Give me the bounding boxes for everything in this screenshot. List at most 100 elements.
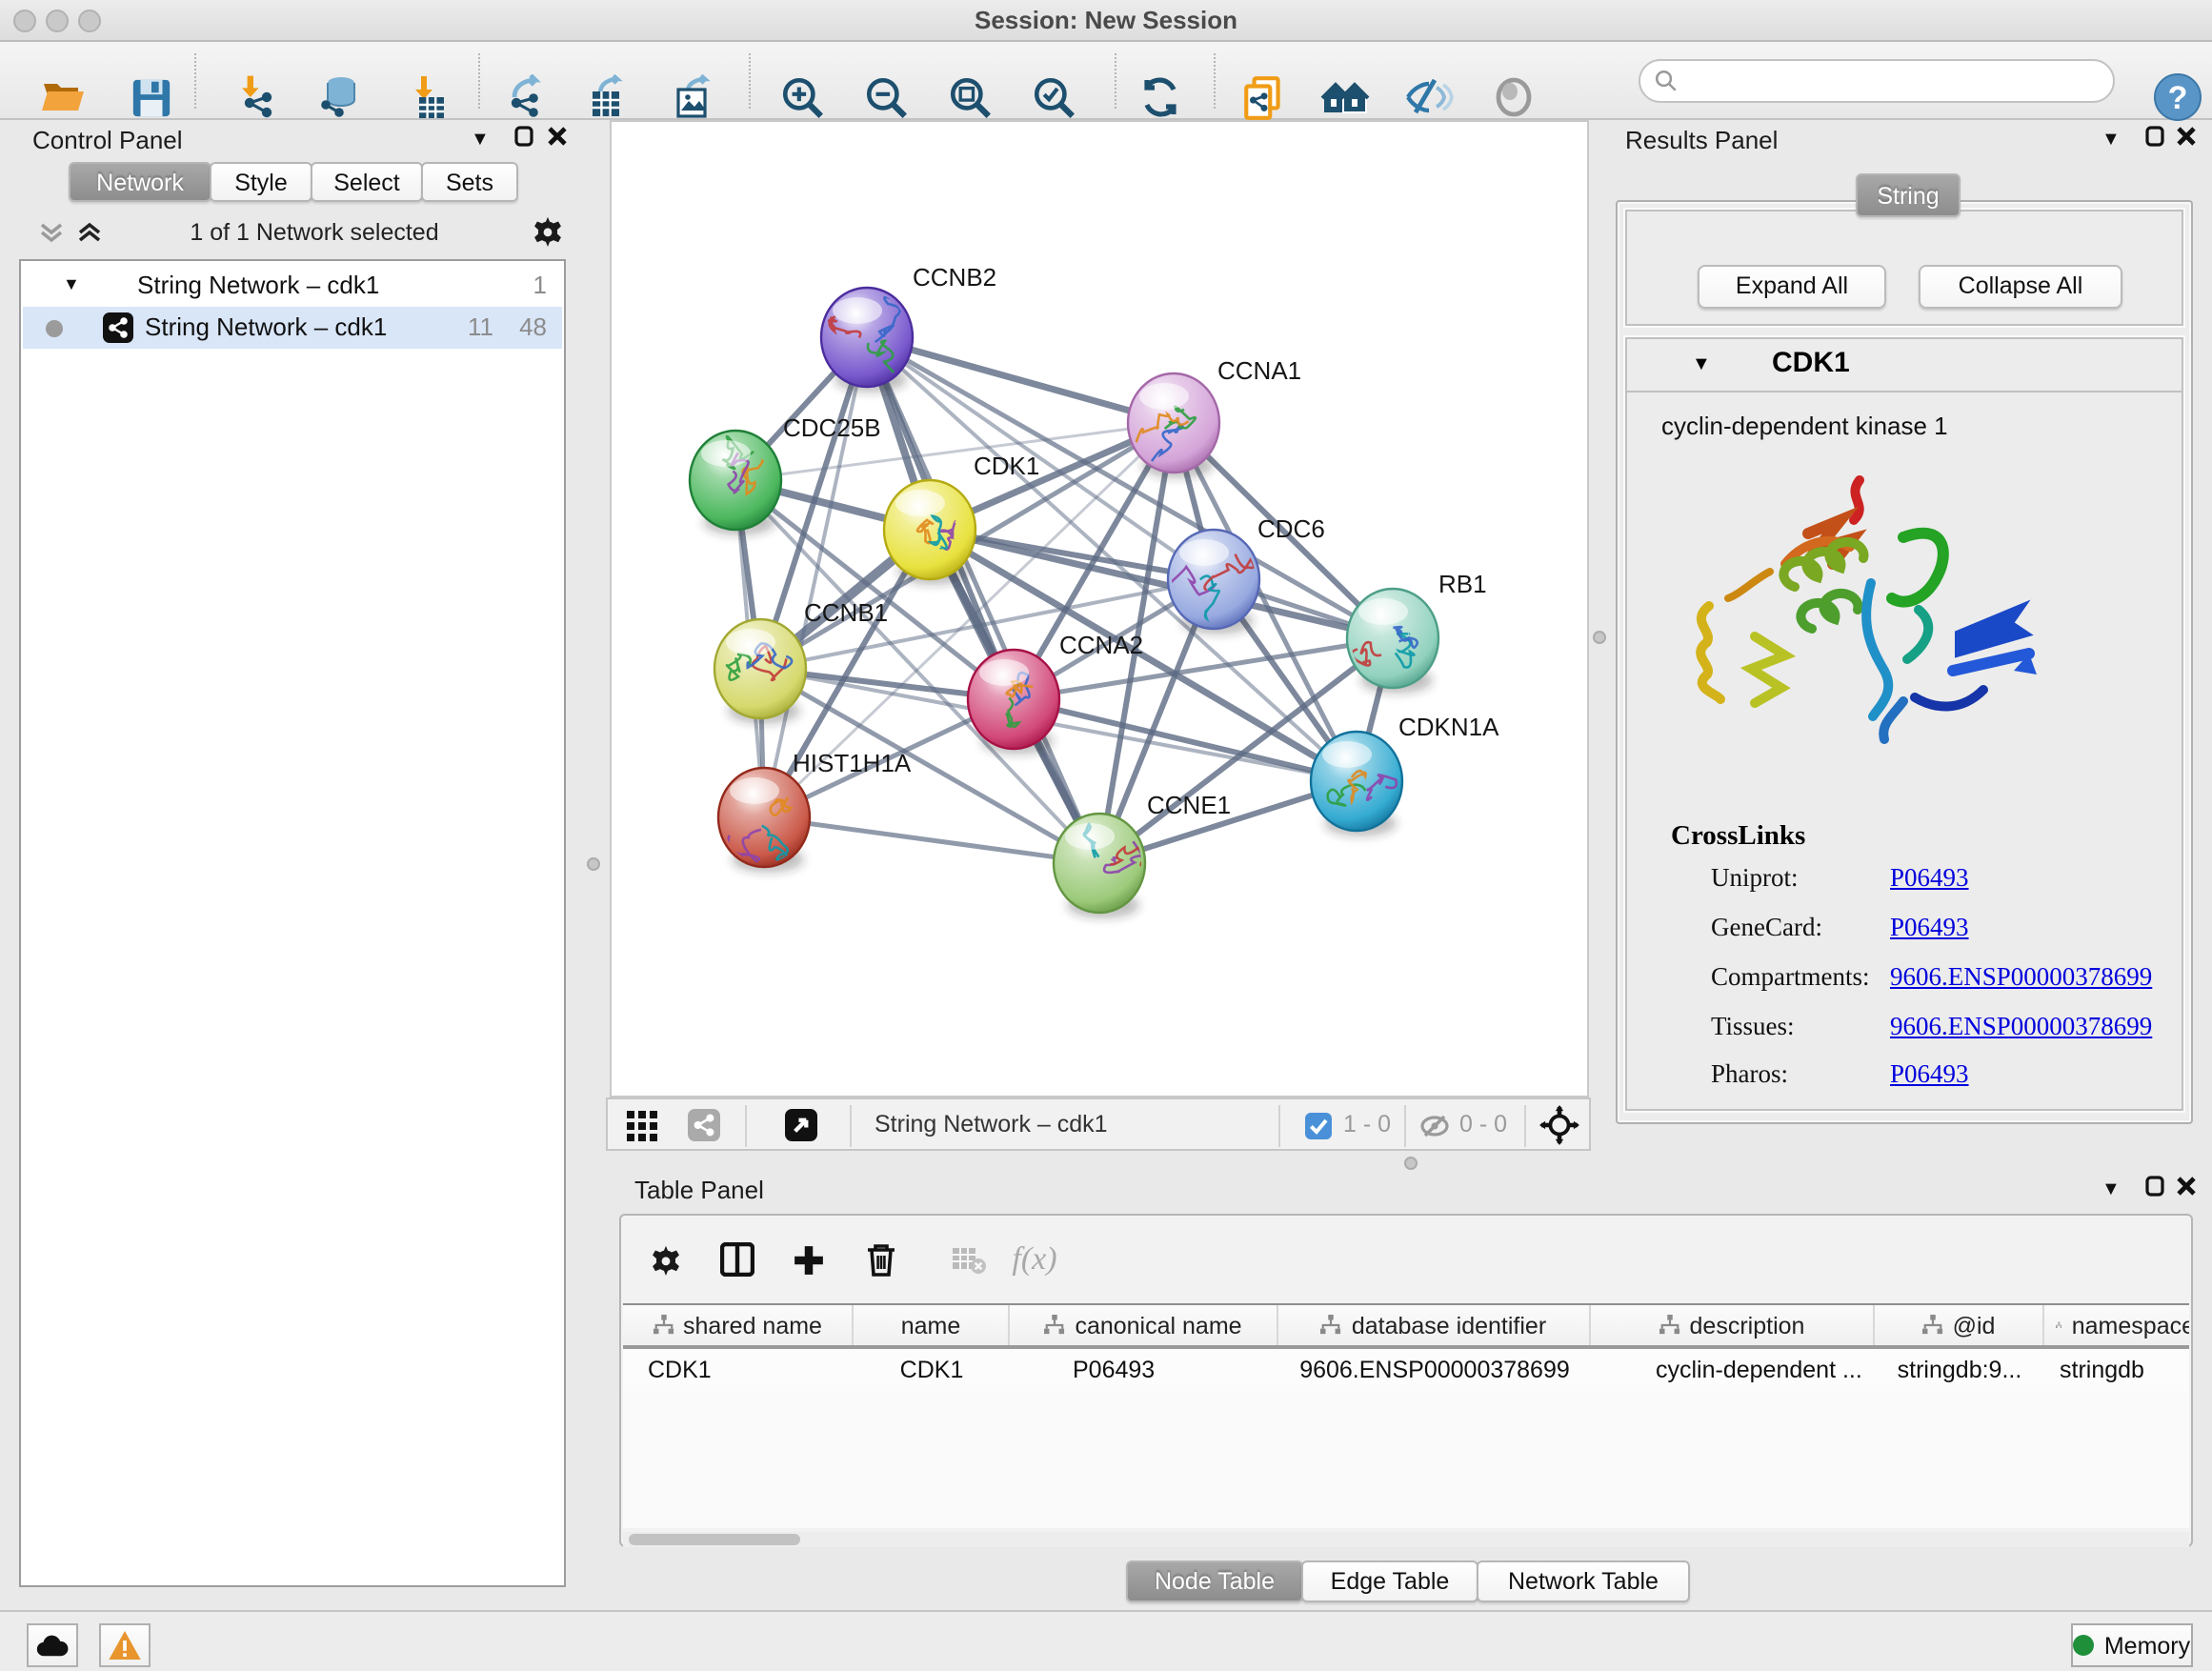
- column-header-id[interactable]: @id: [1875, 1305, 2044, 1345]
- show-columns-icon[interactable]: [713, 1235, 762, 1284]
- table-panel-menu-icon[interactable]: ▼: [2101, 1179, 2121, 1200]
- control-panel-close-icon[interactable]: [547, 126, 568, 147]
- right-splitter-handle[interactable]: [1593, 631, 1606, 644]
- results-panel-close-icon[interactable]: [2176, 126, 2197, 147]
- column-header-canonical-name[interactable]: canonical name: [1010, 1305, 1278, 1345]
- open-session-button[interactable]: [38, 72, 88, 122]
- network-view-icon[interactable]: [688, 1109, 720, 1141]
- column-header-name[interactable]: name: [854, 1305, 1010, 1345]
- zoom-selected-button[interactable]: [1029, 72, 1078, 122]
- results-panel-float-icon[interactable]: [2145, 126, 2164, 147]
- zoom-in-button[interactable]: [777, 72, 827, 122]
- table-row[interactable]: CDK1 CDK1 P06493 9606.ENSP00000378699 cy…: [623, 1349, 2189, 1391]
- memory-label: Memory: [2104, 1632, 2190, 1659]
- warning-button[interactable]: [99, 1623, 151, 1667]
- table-panel-float-icon[interactable]: [2145, 1176, 2164, 1197]
- tab-style[interactable]: Style: [210, 162, 312, 202]
- toolbar-separator: [478, 53, 480, 109]
- crosslink-pharos-link[interactable]: P06493: [1890, 1059, 1969, 1090]
- collection-label: String Network – cdk1: [137, 271, 379, 299]
- export-image-icon: [671, 74, 716, 120]
- results-panel-menu-icon[interactable]: ▼: [2101, 130, 2121, 151]
- scrollbar-thumb[interactable]: [629, 1534, 800, 1545]
- network-view-canvas[interactable]: CCNB2CCNA1CDC25BCDK1CDC6RB1CCNB1CCNA2CDK…: [610, 120, 1589, 1097]
- import-table-button[interactable]: [402, 72, 452, 122]
- apply-layout-button[interactable]: [1136, 72, 1185, 122]
- crosslink-compartments-link[interactable]: 9606.ENSP00000378699: [1890, 962, 2152, 993]
- network-options-gear-icon[interactable]: [532, 215, 564, 248]
- create-column-icon[interactable]: [783, 1235, 833, 1284]
- delete-table-icon[interactable]: [945, 1235, 995, 1284]
- export-image-button[interactable]: [669, 72, 718, 122]
- table-panel-close-icon[interactable]: [2176, 1176, 2197, 1197]
- fit-selected-crosshair-icon[interactable]: [1539, 1105, 1579, 1145]
- zoom-fit-button[interactable]: [945, 72, 995, 122]
- import-network-button[interactable]: [232, 72, 282, 122]
- node-count: 11: [468, 312, 493, 341]
- hidden-eye-icon[interactable]: [1419, 1113, 1450, 1139]
- crosslink-tissues-link[interactable]: 9606.ENSP00000378699: [1890, 1012, 2152, 1042]
- expand-all-button[interactable]: Expand All: [1698, 265, 1886, 309]
- crosslink-genecard-link[interactable]: P06493: [1890, 913, 1969, 943]
- tab-string-results[interactable]: String: [1856, 173, 1961, 217]
- grid-mode-icon[interactable]: [627, 1111, 657, 1141]
- crosslinks-heading: CrossLinks: [1671, 821, 1805, 854]
- tab-network-table[interactable]: Network Table: [1477, 1560, 1690, 1602]
- column-header-database-identifier[interactable]: database identifier: [1278, 1305, 1591, 1345]
- birdseye-view-icon[interactable]: [785, 1109, 817, 1141]
- column-header-description[interactable]: description: [1591, 1305, 1875, 1345]
- cloud-button[interactable]: [27, 1623, 78, 1667]
- collapse-all-button[interactable]: Collapse All: [1919, 265, 2122, 309]
- string-network-graph[interactable]: CCNB2CCNA1CDC25BCDK1CDC6RB1CCNB1CCNA2CDK…: [612, 122, 1587, 1096]
- export-table-button[interactable]: [583, 72, 633, 122]
- tab-edge-table[interactable]: Edge Table: [1301, 1560, 1478, 1602]
- help-button[interactable]: ?: [2153, 72, 2202, 122]
- tab-select[interactable]: Select: [311, 162, 423, 202]
- selected-checkbox-icon[interactable]: [1305, 1113, 1332, 1139]
- column-type-icon: [653, 1315, 674, 1336]
- current-network-title: String Network – cdk1: [875, 1111, 1108, 1137]
- zoom-out-button[interactable]: [861, 72, 911, 122]
- string-home-button[interactable]: [1320, 72, 1370, 122]
- clone-network-button[interactable]: [1238, 72, 1288, 122]
- delete-column-trash-icon[interactable]: [855, 1235, 905, 1284]
- gene-collapse-icon[interactable]: ▼: [1692, 354, 1711, 375]
- window-zoom-button[interactable]: [78, 10, 101, 32]
- save-icon: [129, 75, 172, 119]
- table-options-gear-icon[interactable]: [640, 1235, 690, 1284]
- column-header-shared-name[interactable]: shared name: [623, 1305, 854, 1345]
- zoom-fit-icon: [946, 73, 994, 121]
- window-minimize-button[interactable]: [46, 10, 69, 32]
- node-table[interactable]: shared name name canonical name database…: [623, 1303, 2189, 1528]
- search-input[interactable]: [1639, 59, 2115, 103]
- import-database-button[interactable]: [314, 72, 364, 122]
- memory-button[interactable]: Memory: [2071, 1623, 2193, 1667]
- expand-all-icon[interactable]: [76, 219, 103, 246]
- eye-slash-icon: [1404, 74, 1454, 120]
- table-horizontal-scrollbar[interactable]: [623, 1532, 2189, 1547]
- show-graphics-button[interactable]: [1488, 72, 1538, 122]
- column-header-namespace[interactable]: namespace: [2044, 1305, 2189, 1345]
- tab-sets[interactable]: Sets: [421, 162, 518, 202]
- collection-expand-icon[interactable]: ▼: [63, 274, 80, 293]
- function-builder-icon[interactable]: f(x): [1002, 1235, 1067, 1284]
- tab-network[interactable]: Network: [69, 162, 211, 202]
- collapse-all-icon[interactable]: [38, 219, 65, 246]
- memory-status-dot-icon: [2074, 1635, 2095, 1656]
- crosslink-uniprot-link[interactable]: P06493: [1890, 863, 1969, 894]
- control-panel-title: Control Panel: [32, 126, 183, 154]
- bottom-splitter-handle[interactable]: [1404, 1157, 1418, 1170]
- control-panel-float-icon[interactable]: [514, 126, 533, 147]
- hide-unhide-button[interactable]: [1404, 72, 1454, 122]
- gene-header-row[interactable]: ▼ CDK1: [1627, 339, 2182, 393]
- svg-text:CCNB1: CCNB1: [804, 598, 888, 627]
- tab-node-table[interactable]: Node Table: [1126, 1560, 1303, 1602]
- export-network-button[interactable]: [501, 72, 551, 122]
- save-session-button[interactable]: [126, 72, 175, 122]
- window-close-button[interactable]: [13, 10, 36, 32]
- left-splitter-handle[interactable]: [587, 857, 600, 871]
- network-collection-row[interactable]: ▼ String Network – cdk1 1: [23, 265, 562, 307]
- control-panel-menu-icon[interactable]: ▼: [471, 130, 490, 151]
- network-row-selected[interactable]: String Network – cdk1 11 48: [23, 307, 562, 349]
- svg-text:RB1: RB1: [1438, 570, 1487, 598]
